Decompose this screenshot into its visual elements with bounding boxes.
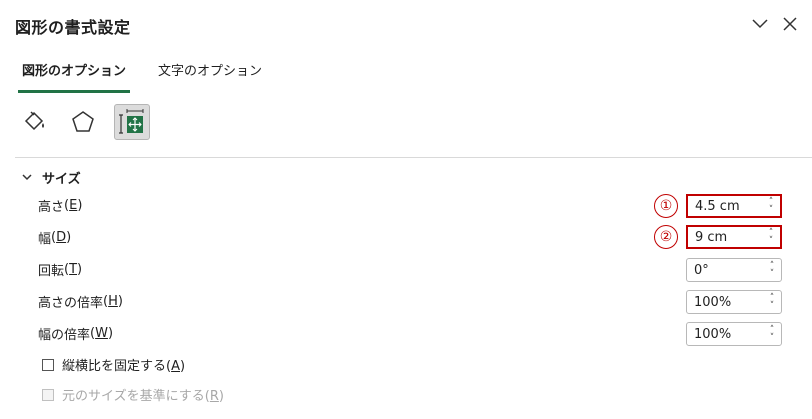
width-scale-label: 幅の倍率(W) [38,326,114,343]
callout-marker: ① [654,194,678,218]
rotation-spinner[interactable]: 0° ˄ ˅ [686,258,782,282]
section-title: サイズ [42,172,81,187]
option-tabs: 図形のオプション 文字のオプション [17,60,262,93]
height-scale-label: 高さの倍率(H) [38,294,123,311]
checkbox-label: 元のサイズを基準にする(R) [62,389,224,404]
height-value: 4.5 cm [695,198,740,214]
width-label: 幅(D) [38,230,72,247]
pane-title: 図形の書式設定 [15,18,131,37]
spin-arrows-icon[interactable]: ˄ ˅ [765,262,779,279]
width-scale-spinner[interactable]: 100% ˄ ˅ [686,322,782,346]
height-label: 高さ(E) [38,198,83,215]
icon-tab-row [18,104,150,140]
callout-marker: ② [654,225,678,249]
rotation-value: 0° [694,262,709,278]
tab-text-options[interactable]: 文字のオプション [158,60,262,93]
spin-arrows-icon[interactable]: ˄ ˅ [765,294,779,311]
width-scale-value: 100% [694,326,732,342]
rotation-label: 回転(T) [38,262,83,279]
spin-arrows-icon[interactable]: ˄ ˅ [764,229,778,246]
lock-aspect-ratio-checkbox[interactable]: 縦横比を固定する(A) [42,355,185,374]
spin-arrows-icon[interactable]: ˄ ˅ [764,198,778,215]
pane-options-chevron-icon[interactable] [748,12,772,36]
size-section-header[interactable]: サイズ [22,168,81,187]
checkbox-box[interactable] [42,358,54,371]
tab-shape-options[interactable]: 図形のオプション [17,60,131,93]
checkbox-label: 縦横比を固定する(A) [62,359,186,374]
height-spinner[interactable]: 4.5 cm ˄ ˅ [686,194,782,218]
effects-pentagon-icon[interactable] [66,105,100,139]
close-icon[interactable] [778,12,802,36]
width-spinner[interactable]: 9 cm ˄ ˅ [686,225,782,249]
chevron-down-icon [22,174,32,181]
height-scale-spinner[interactable]: 100% ˄ ˅ [686,290,782,314]
relative-to-original-size-checkbox: 元のサイズを基準にする(R) [42,385,224,404]
width-value: 9 cm [695,229,728,245]
height-scale-value: 100% [694,294,732,310]
checkbox-box [42,388,54,401]
spin-arrows-icon[interactable]: ˄ ˅ [765,326,779,343]
size-properties-icon[interactable] [114,104,150,140]
fill-line-icon[interactable] [18,105,52,139]
divider [15,157,812,158]
